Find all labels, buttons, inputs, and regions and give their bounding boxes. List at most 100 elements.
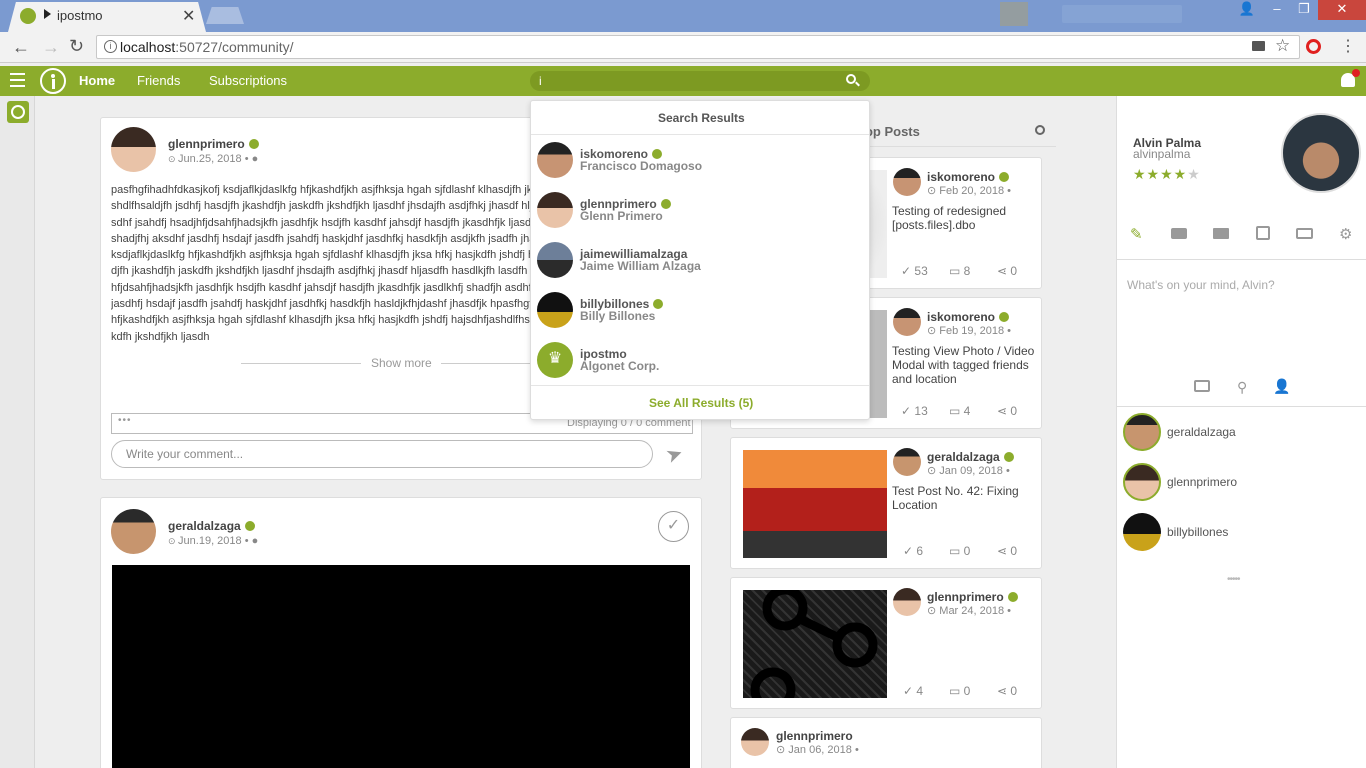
star-empty-icon: ★ xyxy=(1187,166,1201,182)
top-post-card[interactable]: geraldalzaga ⊙ Jan 09, 2018 • Test Post … xyxy=(730,437,1042,569)
comments-stat: ▭ 4 xyxy=(949,404,970,418)
hamburger-menu-icon[interactable] xyxy=(10,73,25,87)
calendar-icon[interactable] xyxy=(1256,226,1270,240)
user-icon[interactable]: 👤 xyxy=(1233,0,1261,20)
post-username[interactable]: glennprimero xyxy=(168,137,259,151)
avatar[interactable] xyxy=(741,728,769,756)
likes-stat: ✓ 6 xyxy=(903,544,923,558)
likes-stat: ✓ 53 xyxy=(901,264,928,278)
shares-count: 0 xyxy=(1010,544,1018,558)
profile-avatar[interactable] xyxy=(1281,113,1361,193)
location-pin-icon[interactable]: ⚲ xyxy=(1237,379,1247,396)
nav-home-link[interactable]: Home xyxy=(79,73,115,88)
friend-name[interactable]: glennprimero xyxy=(1167,475,1237,489)
result-avatar[interactable] xyxy=(537,242,573,278)
extension-icon[interactable] xyxy=(1000,2,1028,26)
avatar[interactable] xyxy=(111,127,156,172)
verified-icon xyxy=(1003,452,1014,462)
top-post-date: ⊙ Feb 20, 2018 • xyxy=(927,184,1011,197)
left-rail xyxy=(0,96,35,768)
composer-input[interactable]: What's on your mind, Alvin? xyxy=(1127,278,1275,292)
top-post-username[interactable]: iskomoreno xyxy=(927,170,1010,184)
avatar[interactable] xyxy=(893,308,921,336)
verified-icon xyxy=(1007,592,1018,602)
comments-stat: ▭ 8 xyxy=(949,264,970,278)
money-icon[interactable] xyxy=(1296,228,1313,239)
new-tab-button[interactable] xyxy=(206,7,244,24)
check-circle-icon[interactable]: ✓ xyxy=(658,511,689,542)
shares-count: 0 xyxy=(1010,404,1018,418)
top-post-card[interactable]: glennprimero ⊙ Jan 06, 2018 • xyxy=(730,717,1042,768)
info-icon[interactable]: i xyxy=(104,40,117,53)
back-icon[interactable]: ← xyxy=(12,37,30,58)
divider xyxy=(241,363,361,364)
top-post-username[interactable]: geraldalzaga xyxy=(927,450,1014,464)
envelope-icon[interactable] xyxy=(1213,228,1229,239)
friend-name[interactable]: geraldalzaga xyxy=(1167,425,1236,439)
reload-icon[interactable]: ↻ xyxy=(69,36,84,57)
verified-icon xyxy=(248,139,259,149)
post-username-text: glennprimero xyxy=(168,137,245,151)
top-post-username[interactable]: iskomoreno xyxy=(927,310,1010,324)
likes-count: 53 xyxy=(914,264,928,278)
comment-input[interactable]: Write your comment... xyxy=(111,440,653,468)
likes-count: 6 xyxy=(916,544,924,558)
avatar[interactable] xyxy=(111,509,156,554)
check-icon: ✓ xyxy=(903,684,917,698)
opera-icon[interactable] xyxy=(1306,39,1321,54)
tag-friend-icon[interactable]: 👤 xyxy=(1273,378,1290,395)
image-icon[interactable] xyxy=(1194,380,1210,392)
comment-dots[interactable]: ••• xyxy=(118,415,132,426)
forward-icon[interactable]: → xyxy=(42,37,60,58)
browser-tab[interactable] xyxy=(8,2,206,32)
avatar[interactable] xyxy=(893,448,921,476)
blurred-taskbar-search xyxy=(1062,5,1182,23)
bookmark-star-icon[interactable]: ☆ xyxy=(1275,36,1290,56)
menu-dots-icon[interactable]: ⋮ xyxy=(1340,36,1356,56)
avatar[interactable] xyxy=(893,168,921,196)
friend-avatar[interactable] xyxy=(1123,413,1161,451)
shares-stat: ⋖ 0 xyxy=(997,264,1017,278)
post-username[interactable]: geraldalzaga xyxy=(168,519,255,533)
top-post-username[interactable]: glennprimero xyxy=(927,590,1018,604)
shares-count: 0 xyxy=(1010,264,1018,278)
notification-badge xyxy=(1352,69,1360,77)
friend-avatar[interactable] xyxy=(1123,463,1161,501)
result-fullname: Francisco Domagoso xyxy=(580,159,703,173)
rail-profile-icon[interactable] xyxy=(7,101,29,123)
comments-count: 0 xyxy=(963,544,971,558)
friend-name[interactable]: billybillones xyxy=(1167,525,1228,539)
top-posts-search-icon[interactable] xyxy=(1035,125,1045,135)
close-window-button[interactable]: ✕ xyxy=(1318,0,1366,20)
top-post-card[interactable]: glennprimero ⊙ Mar 24, 2018 • ✓ 4 ▭ 0 ⋖ … xyxy=(730,577,1042,709)
restore-button[interactable]: ❐ xyxy=(1290,0,1318,20)
gear-icon[interactable]: ⚙ xyxy=(1339,225,1352,243)
nav-subscriptions-link[interactable]: Subscriptions xyxy=(209,73,287,88)
crown-icon[interactable]: ♛ xyxy=(537,342,573,378)
see-all-results-link[interactable]: See All Results (5) xyxy=(649,396,753,410)
result-avatar[interactable] xyxy=(537,142,573,178)
top-post-thumbnail-share-graphic[interactable] xyxy=(743,590,887,698)
result-avatar[interactable] xyxy=(537,192,573,228)
friend-avatar[interactable] xyxy=(1123,513,1161,551)
camera-icon[interactable] xyxy=(1252,41,1265,51)
more-friends-dots[interactable]: ••••• xyxy=(1227,574,1240,585)
verified-icon xyxy=(652,149,663,159)
pencil-icon[interactable]: ✎ xyxy=(1130,225,1143,243)
search-input[interactable] xyxy=(530,71,870,91)
clock-icon: ⊙ xyxy=(776,744,789,756)
nav-friends-link[interactable]: Friends xyxy=(137,73,180,88)
top-post-username[interactable]: glennprimero xyxy=(776,729,853,743)
avatar[interactable] xyxy=(893,588,921,616)
comment-icon: ▭ xyxy=(949,264,964,278)
video-player[interactable] xyxy=(112,565,690,768)
show-more-link[interactable]: Show more xyxy=(371,356,432,370)
app-logo-icon[interactable] xyxy=(40,68,66,94)
top-post-text: Testing of redesigned [posts.files].dbo xyxy=(892,204,1007,232)
tab-close-icon[interactable]: ✕ xyxy=(182,6,195,26)
result-avatar[interactable] xyxy=(537,292,573,328)
top-post-thumbnail-car[interactable] xyxy=(743,450,887,558)
play-icon xyxy=(44,9,51,19)
minimize-button[interactable]: – xyxy=(1263,0,1291,20)
video-icon[interactable] xyxy=(1171,228,1187,239)
